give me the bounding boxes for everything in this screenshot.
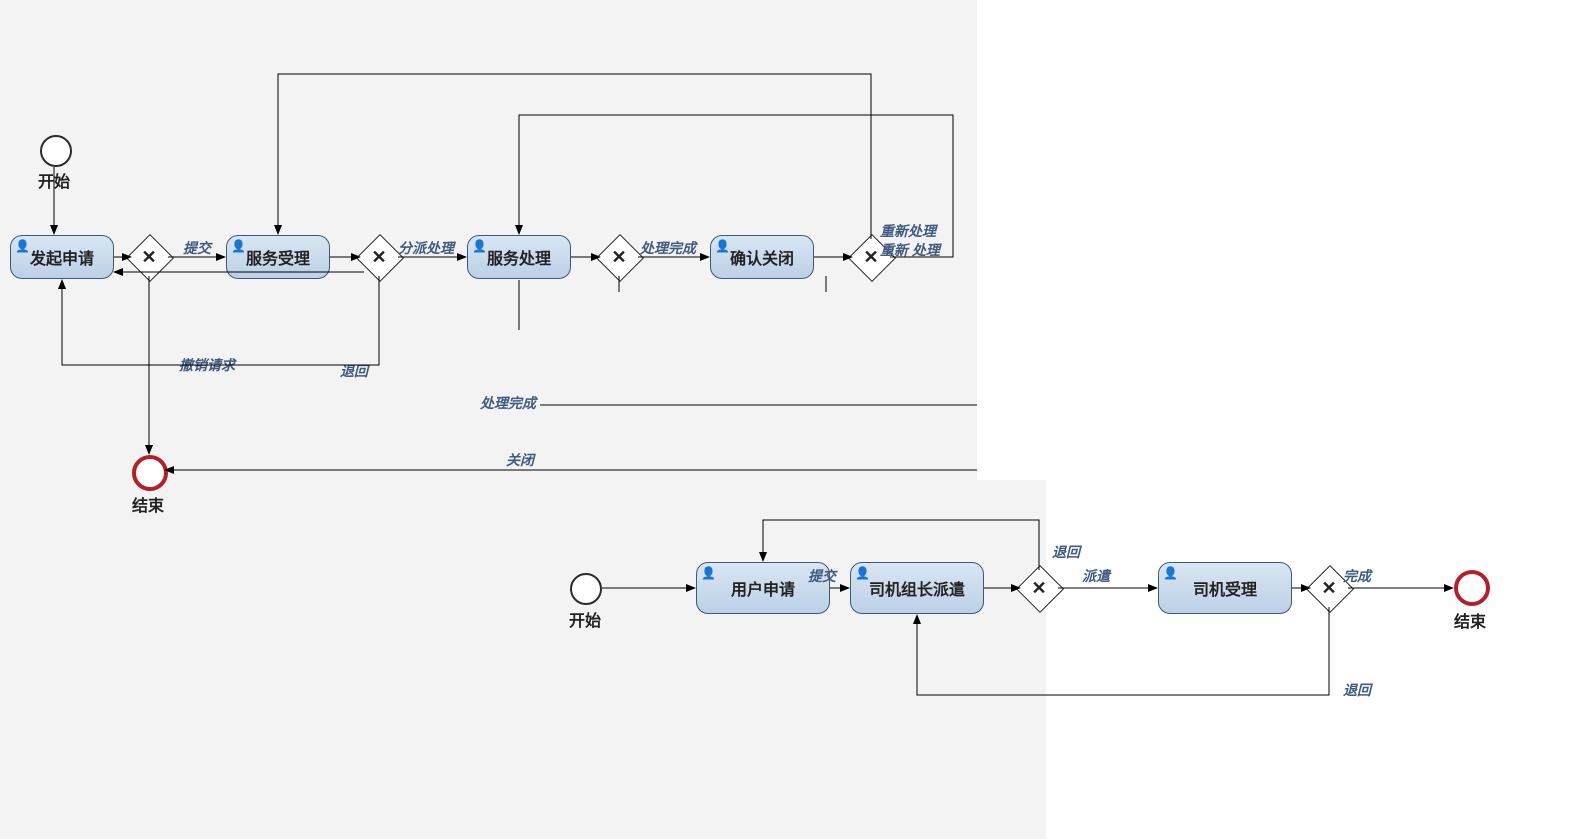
task-service-accept-label: 服务受理 [246,245,310,269]
user-icon: 👤 [1163,566,1178,580]
task-confirm-close[interactable]: 👤 确认关闭 [710,235,814,279]
gateway-b1[interactable]: ✕ [1023,572,1055,604]
user-icon: 👤 [701,566,716,580]
end-label-top: 结束 [132,492,164,516]
task-initiate-request[interactable]: 👤 发起申请 [10,235,114,279]
task-service-handle[interactable]: 👤 服务处理 [467,235,571,279]
edge-rehandle1: 重新处理 [880,221,936,241]
gateway-2[interactable]: ✕ [363,241,395,273]
gateway-1[interactable]: ✕ [133,241,165,273]
user-icon: 👤 [715,239,730,253]
task-driver-lead-dispatch[interactable]: 👤 司机组长派遣 [850,562,984,614]
edge-b-dispatch: 派遣 [1082,566,1110,586]
user-icon: 👤 [15,239,30,253]
edge-submit: 提交 [183,238,211,258]
user-icon: 👤 [472,239,487,253]
edge-dispatch: 分派处理 [398,238,454,258]
task-driver-accept[interactable]: 👤 司机受理 [1158,562,1292,614]
user-icon: 👤 [855,566,870,580]
edge-done: 处理完成 [640,238,696,258]
diagram-root: 开始 👤 发起申请 ✕ 👤 服务受理 ✕ 👤 服务处理 ✕ 👤 确认关闭 ✕ 结… [0,0,1584,839]
end-event-top[interactable] [132,455,168,491]
task-user-apply-label: 用户申请 [731,576,795,600]
gateway-3[interactable]: ✕ [603,241,635,273]
edge-b-done: 完成 [1343,566,1371,586]
end-event-bottom[interactable] [1454,570,1490,606]
task-driver-accept-label: 司机受理 [1193,576,1257,600]
edge-b-submit: 提交 [808,566,836,586]
start-label-bottom: 开始 [569,607,601,631]
edge-done2: 处理完成 [480,393,536,413]
task-service-accept[interactable]: 👤 服务受理 [226,235,330,279]
task-initiate-request-label: 发起申请 [30,245,94,269]
user-icon: 👤 [231,239,246,253]
gateway-b2[interactable]: ✕ [1313,572,1345,604]
start-event-bottom[interactable] [570,573,602,605]
edge-close: 关闭 [506,450,534,470]
end-label-bottom: 结束 [1454,608,1486,632]
edge-b-reject2: 退回 [1343,680,1371,700]
edge-reject: 退回 [340,361,368,381]
edge-revoke: 撤销请求 [179,355,235,375]
start-label-top: 开始 [38,168,70,192]
task-driver-lead-dispatch-label: 司机组长派遣 [869,576,965,600]
edge-b-reject: 退回 [1052,542,1080,562]
task-service-handle-label: 服务处理 [487,245,551,269]
task-confirm-close-label: 确认关闭 [730,245,794,269]
region-bottom [0,480,1046,839]
start-event-top[interactable] [40,135,72,167]
edge-rehandle2: 重新 处理 [880,240,940,260]
